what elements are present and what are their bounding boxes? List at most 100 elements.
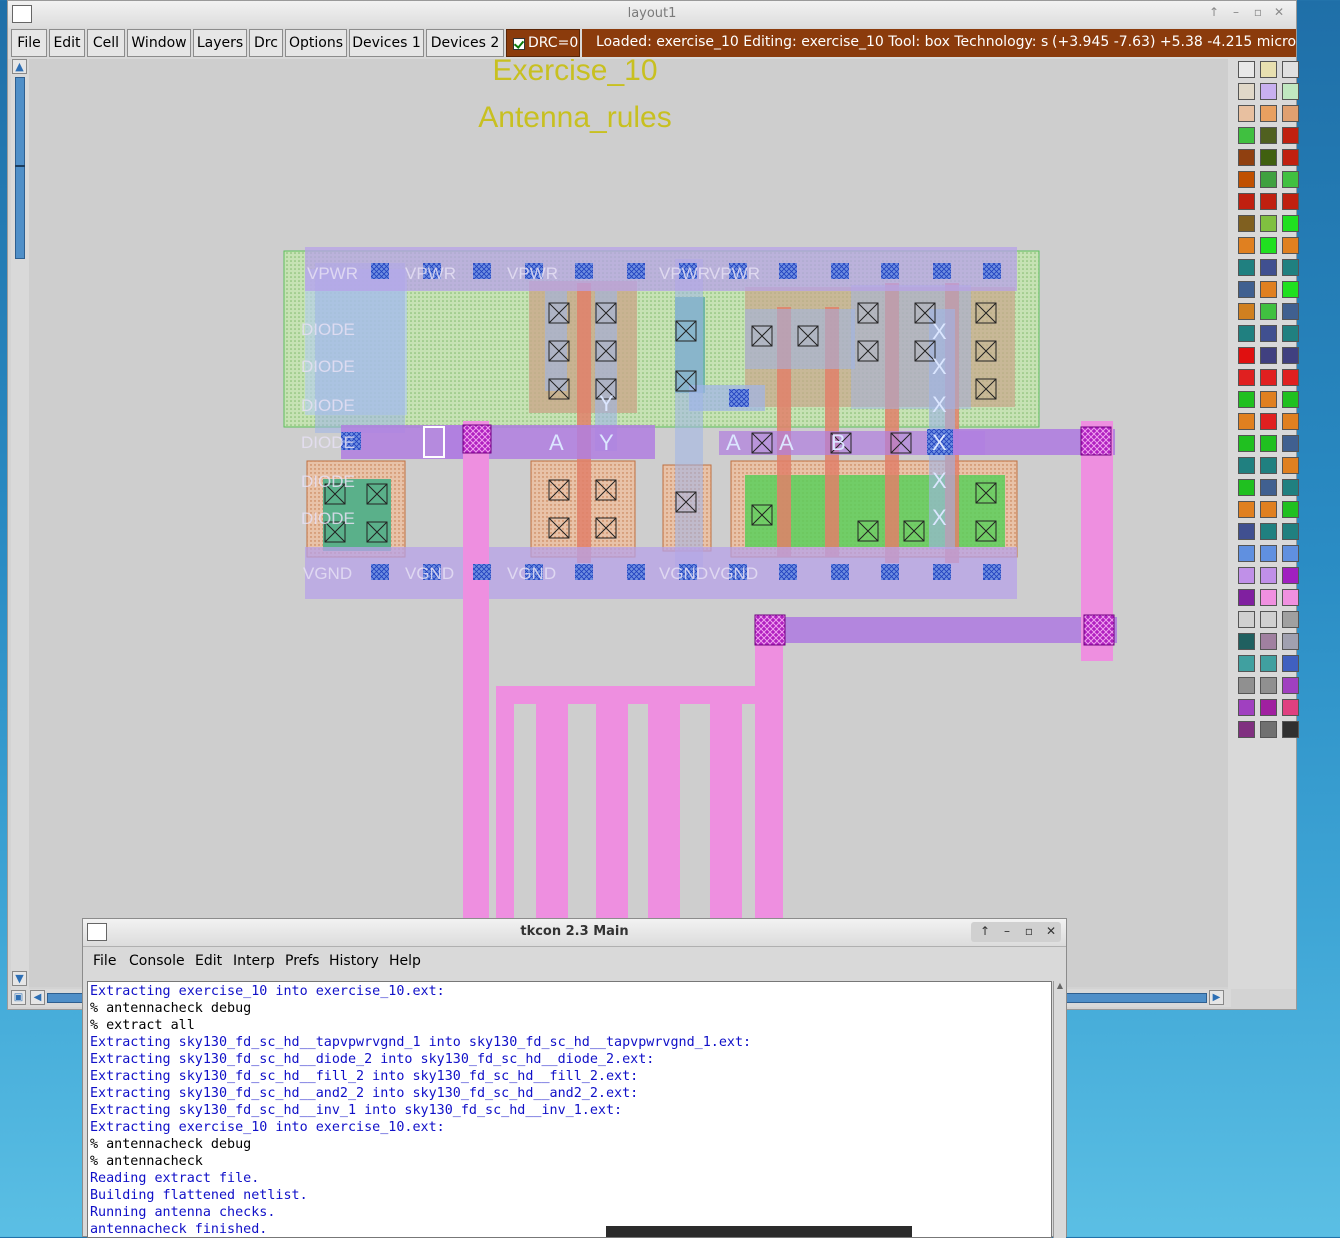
layer-swatch[interactable] [1238, 325, 1255, 342]
layer-swatch[interactable] [1238, 83, 1255, 100]
scroll-right-icon[interactable]: ▶ [1209, 990, 1224, 1005]
layer-swatch[interactable] [1282, 127, 1299, 144]
layer-swatch[interactable] [1282, 545, 1299, 562]
layer-swatch[interactable] [1238, 347, 1255, 364]
layer-swatch[interactable] [1260, 611, 1277, 628]
layer-swatch[interactable] [1282, 237, 1299, 254]
console-keep-above-icon[interactable]: ↑ [977, 924, 993, 938]
layer-swatch[interactable] [1260, 589, 1277, 606]
layer-swatch[interactable] [1260, 435, 1277, 452]
console-titlebar[interactable]: tkcon 2.3 Main ↑ – ▫ ✕ [83, 919, 1066, 947]
scroll-left-icon[interactable]: ◀ [30, 990, 45, 1005]
layer-swatch[interactable] [1238, 457, 1255, 474]
layer-swatch[interactable] [1238, 523, 1255, 540]
layer-swatch[interactable] [1260, 699, 1277, 716]
drc-checkbox[interactable] [513, 38, 525, 50]
layer-swatch[interactable] [1238, 611, 1255, 628]
layer-swatch[interactable] [1260, 391, 1277, 408]
layer-swatch[interactable] [1260, 721, 1277, 738]
layer-swatch[interactable] [1260, 567, 1277, 584]
layer-swatch[interactable] [1260, 479, 1277, 496]
layer-swatch[interactable] [1238, 545, 1255, 562]
layer-swatch[interactable] [1282, 259, 1299, 276]
layer-swatch[interactable] [1238, 105, 1255, 122]
layer-swatch[interactable] [1282, 347, 1299, 364]
layer-swatch[interactable] [1282, 633, 1299, 650]
layer-swatch[interactable] [1260, 523, 1277, 540]
layer-swatch[interactable] [1282, 589, 1299, 606]
layer-swatch[interactable] [1260, 655, 1277, 672]
console-menu-console[interactable]: Console [129, 953, 185, 969]
menu-layers[interactable]: Layers [193, 29, 247, 57]
layer-swatch[interactable] [1260, 83, 1277, 100]
console-maximize-icon[interactable]: ▫ [1021, 924, 1037, 938]
keep-above-icon[interactable]: ↑ [1206, 5, 1222, 19]
vertical-scroll-thumb[interactable] [15, 77, 25, 259]
menu-drc[interactable]: Drc [249, 29, 283, 57]
layer-swatch[interactable] [1238, 61, 1255, 78]
layer-swatch[interactable] [1238, 721, 1255, 738]
layer-swatch[interactable] [1260, 347, 1277, 364]
console-menu-help[interactable]: Help [389, 953, 421, 969]
layer-swatch[interactable] [1238, 215, 1255, 232]
console-menu-prefs[interactable]: Prefs [285, 953, 319, 969]
layer-swatch[interactable] [1282, 501, 1299, 518]
menu-cell[interactable]: Cell [87, 29, 125, 57]
layer-swatch[interactable] [1282, 369, 1299, 386]
layer-swatch[interactable] [1260, 237, 1277, 254]
drc-toggle[interactable]: DRC=0 [506, 29, 580, 57]
layer-swatch[interactable] [1238, 127, 1255, 144]
layer-swatch[interactable] [1282, 281, 1299, 298]
layer-swatch[interactable] [1238, 193, 1255, 210]
vertical-scrollbar[interactable]: ▲ ▼ [11, 59, 29, 989]
layer-swatch[interactable] [1282, 721, 1299, 738]
layer-swatch[interactable] [1282, 479, 1299, 496]
layer-swatch[interactable] [1238, 369, 1255, 386]
console-minimize-icon[interactable]: – [999, 924, 1015, 938]
layer-swatch[interactable] [1260, 281, 1277, 298]
layer-swatch[interactable] [1238, 633, 1255, 650]
menu-window[interactable]: Window [127, 29, 191, 57]
layer-swatch[interactable] [1260, 105, 1277, 122]
menu-edit[interactable]: Edit [49, 29, 85, 57]
scroll-up-icon[interactable]: ▲ [12, 59, 27, 74]
layer-swatch[interactable] [1260, 171, 1277, 188]
layer-swatch[interactable] [1238, 237, 1255, 254]
layer-swatch[interactable] [1282, 457, 1299, 474]
layer-swatch[interactable] [1282, 413, 1299, 430]
layer-swatch[interactable] [1238, 281, 1255, 298]
layer-swatch[interactable] [1282, 61, 1299, 78]
console-close-icon[interactable]: ✕ [1043, 924, 1059, 938]
layer-swatch[interactable] [1238, 303, 1255, 320]
layer-swatch[interactable] [1260, 325, 1277, 342]
maximize-icon[interactable]: ▫ [1250, 5, 1266, 19]
layer-swatch[interactable] [1238, 479, 1255, 496]
layer-swatch[interactable] [1260, 259, 1277, 276]
console-menu-file[interactable]: File [93, 953, 116, 969]
layer-swatch[interactable] [1282, 303, 1299, 320]
layer-swatch[interactable] [1282, 325, 1299, 342]
layout-titlebar[interactable]: layout1 ↑ – ▫ ✕ [8, 1, 1296, 29]
layout-canvas[interactable]: Exercise_10 Antenna_rules VPWR VPWR VPWR… [29, 59, 1228, 987]
scroll-down-icon[interactable]: ▼ [12, 971, 27, 986]
layer-swatch[interactable] [1260, 127, 1277, 144]
layer-swatch[interactable] [1238, 655, 1255, 672]
layer-swatch[interactable] [1260, 303, 1277, 320]
layer-swatch[interactable] [1282, 391, 1299, 408]
console-menu-history[interactable]: History [329, 953, 379, 969]
layer-swatch[interactable] [1260, 149, 1277, 166]
layer-swatch[interactable] [1282, 523, 1299, 540]
menu-devices-1[interactable]: Devices 1 [349, 29, 424, 57]
layer-swatch[interactable] [1238, 589, 1255, 606]
layer-swatch[interactable] [1260, 457, 1277, 474]
layer-swatch[interactable] [1238, 501, 1255, 518]
layer-swatch[interactable] [1238, 259, 1255, 276]
layer-swatch[interactable] [1282, 567, 1299, 584]
layer-swatch[interactable] [1282, 655, 1299, 672]
layer-swatch[interactable] [1260, 369, 1277, 386]
layer-palette[interactable] [1228, 59, 1299, 989]
layer-swatch[interactable] [1282, 435, 1299, 452]
layer-swatch[interactable] [1260, 677, 1277, 694]
layer-swatch[interactable] [1260, 215, 1277, 232]
taskbar-preview[interactable] [606, 1226, 912, 1237]
